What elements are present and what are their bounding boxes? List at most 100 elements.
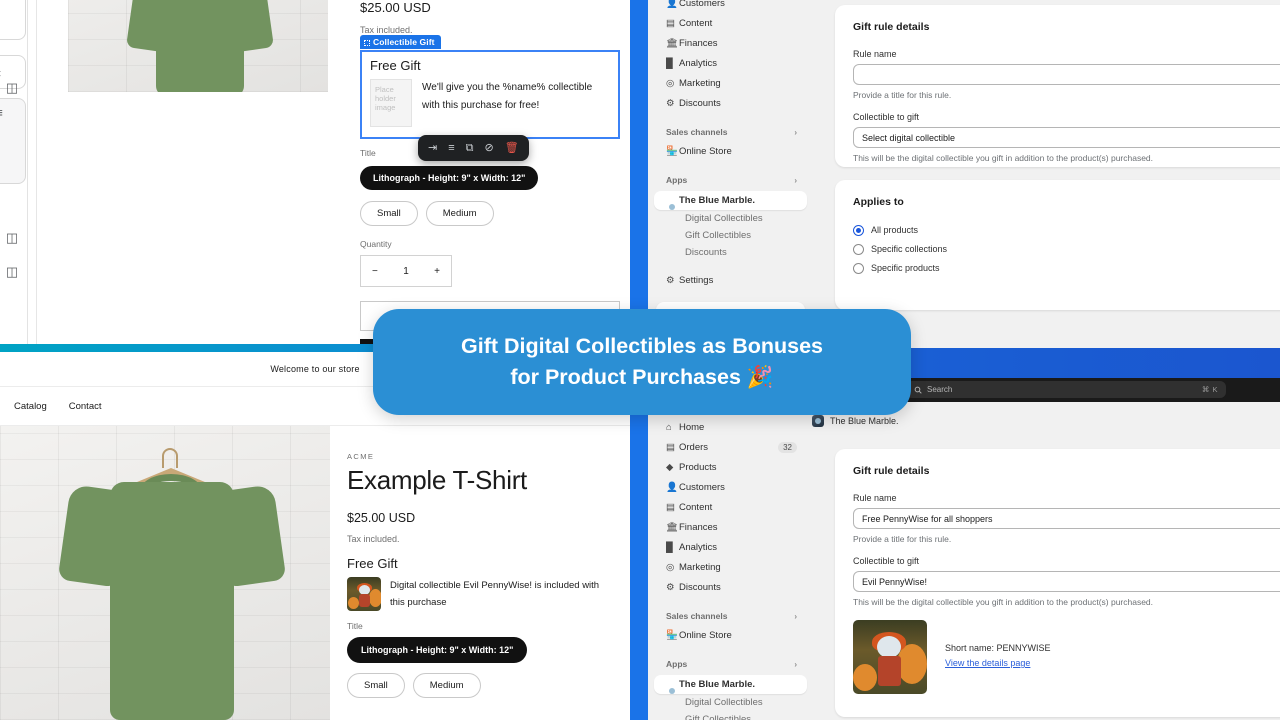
- hide-section-icon[interactable]: ⊘: [485, 142, 494, 154]
- chevron-right-icon[interactable]: ›: [794, 176, 797, 185]
- section-badge[interactable]: Collectible Gift: [360, 35, 441, 49]
- sidebar-item-marketing[interactable]: ◎ Marketing: [654, 558, 807, 576]
- sidebar-subitem-digital-collectibles[interactable]: Digital Collectibles: [648, 694, 813, 711]
- clown-head: [877, 636, 901, 658]
- nav-contact[interactable]: Contact: [69, 401, 102, 412]
- rail-card-selected[interactable]: ≡: [0, 98, 26, 184]
- sidebar-item-label: Products: [679, 461, 717, 473]
- sidebar-subitem-digital-collectibles[interactable]: Digital Collectibles: [648, 210, 813, 227]
- section-block-icon-3[interactable]: ◫: [4, 264, 20, 280]
- sidebar-item-customers[interactable]: 👤 Customers: [654, 478, 807, 496]
- sidebar-item-analytics[interactable]: █ Analytics: [654, 538, 807, 556]
- sidebar-item-products[interactable]: ◆ Products: [654, 458, 807, 476]
- chevron-right-icon[interactable]: ›: [794, 660, 797, 669]
- rail-divider: [36, 0, 37, 360]
- admin-sidebar-bottom: ⌂ Home ▤ Orders 32 ◆ Products 👤 Customer…: [648, 402, 813, 720]
- rail-card-top[interactable]: [0, 0, 26, 40]
- breadcrumb[interactable]: The Blue Marble.: [812, 415, 899, 427]
- collectible-select[interactable]: Evil PennyWise!: [853, 571, 1280, 592]
- free-gift-section[interactable]: Free Gift Place holder image We'll give …: [360, 50, 620, 139]
- section-block-icon-2[interactable]: ◫: [4, 230, 20, 246]
- sidebar-item-home[interactable]: ⌂ Home: [654, 418, 807, 436]
- sidebar-item-label: Online Store: [679, 145, 732, 157]
- quantity-minus[interactable]: −: [372, 266, 378, 277]
- sidebar-item-online-store[interactable]: 🏪 Online Store: [654, 142, 807, 160]
- radio-label: All products: [871, 225, 919, 235]
- preview-product-details: $25.00 USD Tax included. Collectible Gif…: [360, 0, 620, 360]
- free-gift-heading: Free Gift: [347, 556, 398, 571]
- sidebar-group-apps[interactable]: Apps ›: [648, 656, 813, 672]
- radio-specific-collections[interactable]: Specific collections: [853, 241, 1280, 257]
- sidebar-item-orders[interactable]: ▤ Orders 32: [654, 438, 807, 456]
- sidebar-item-online-store[interactable]: 🏪 Online Store: [654, 626, 807, 644]
- variant-selected[interactable]: Lithograph - Height: 9" x Width: 12": [347, 637, 528, 663]
- rule-name-input[interactable]: [853, 64, 1280, 85]
- reorder-icon[interactable]: ≡: [448, 142, 454, 154]
- applies-to-card: Applies to All products Specific collect…: [835, 180, 1280, 310]
- sidebar-item-customers[interactable]: 👤 Customers: [654, 0, 807, 12]
- sidebar-subitem-discounts[interactable]: Discounts: [648, 244, 813, 261]
- sidebar-item-the-blue-marble[interactable]: The Blue Marble.: [654, 191, 807, 210]
- rule-name-help: Provide a title for this rule.: [853, 534, 952, 544]
- radio-label: Specific collections: [871, 244, 948, 254]
- sidebar-item-the-blue-marble[interactable]: The Blue Marble.: [654, 675, 807, 694]
- sidebar-subitem-gift-collectibles[interactable]: Gift Collectibles: [648, 227, 813, 244]
- view-details-link[interactable]: View the details page: [945, 658, 1030, 668]
- marketing-icon: ◎: [666, 77, 675, 89]
- sidebar-item-label: Online Store: [679, 629, 732, 641]
- sidebar-group-label: Sales channels: [666, 127, 728, 137]
- sidebar-item-finances[interactable]: 🏛 Finances: [654, 518, 807, 536]
- sidebar-item-content[interactable]: ▤ Content: [654, 14, 807, 32]
- variant-option-small[interactable]: Small: [347, 673, 405, 698]
- rule-name-label: Rule name: [853, 493, 897, 503]
- sidebar-group-apps[interactable]: Apps ›: [648, 172, 813, 188]
- variant-option-small[interactable]: Small: [360, 201, 418, 226]
- duplicate-icon[interactable]: ⧉: [466, 142, 474, 154]
- chevron-right-icon[interactable]: ›: [794, 128, 797, 137]
- finances-icon: 🏛: [666, 521, 679, 533]
- rule-name-label: Rule name: [853, 49, 897, 59]
- sidebar-item-marketing[interactable]: ◎ Marketing: [654, 74, 807, 92]
- delete-section-icon[interactable]: 🗑: [505, 142, 519, 154]
- sidebar-subitem-gift-collectibles[interactable]: Gift Collectibles: [648, 711, 813, 720]
- nav-catalog[interactable]: Catalog: [14, 401, 47, 412]
- collectible-help: This will be the digital collectible you…: [853, 597, 1154, 607]
- radio-icon: [853, 243, 864, 255]
- radio-all-products[interactable]: All products: [853, 222, 1280, 238]
- chevron-right-icon[interactable]: ›: [794, 612, 797, 621]
- move-section-icon[interactable]: ⇥: [428, 142, 437, 154]
- sidebar-group-label: Apps: [666, 659, 688, 669]
- sidebar-item-content[interactable]: ▤ Content: [654, 498, 807, 516]
- sidebar-item-discounts[interactable]: ⚙ Discounts: [654, 578, 807, 596]
- product-tax-note: Tax included.: [347, 534, 400, 544]
- variant-option-medium[interactable]: Medium: [425, 201, 494, 226]
- search-input[interactable]: Search ⌘ K: [906, 381, 1226, 398]
- sidebar-item-settings[interactable]: ⚙ Settings: [654, 271, 807, 289]
- pumpkin-left: [348, 597, 359, 609]
- sidebar-group-sales-channels[interactable]: Sales channels ›: [648, 124, 813, 140]
- radio-icon: [853, 224, 864, 236]
- section-block-icon-1[interactable]: ◫: [4, 80, 20, 96]
- promo-banner-line1: Gift Digital Collectibles as Bonuses: [461, 334, 823, 358]
- sidebar-item-discounts[interactable]: ⚙ Discounts: [654, 94, 807, 112]
- sidebar-item-label: Content: [679, 501, 713, 513]
- sidebar-item-finances[interactable]: 🏛 Finances: [654, 34, 807, 52]
- variant-option-medium[interactable]: Medium: [412, 673, 481, 698]
- rule-name-input[interactable]: Free PennyWise for all shoppers: [853, 508, 1280, 529]
- radio-specific-products[interactable]: Specific products: [853, 260, 1280, 276]
- settings-gear-icon: ⚙: [666, 274, 675, 286]
- section-toolbar[interactable]: ⇥ ≡ ⧉ ⊘ 🗑: [418, 135, 529, 161]
- gift-rule-details-card-top: Gift rule details Rule name Provide a ti…: [835, 5, 1280, 167]
- finances-icon: 🏛: [666, 37, 679, 49]
- sidebar-group-sales-channels[interactable]: Sales channels ›: [648, 608, 813, 624]
- collectible-preview-image: [853, 620, 927, 694]
- collectible-select[interactable]: Select digital collectible: [853, 127, 1280, 148]
- radio-icon: [853, 262, 864, 274]
- quantity-plus[interactable]: +: [434, 266, 440, 277]
- sidebar-item-label: Settings: [679, 274, 714, 286]
- section-drag-icon: [364, 40, 370, 46]
- quantity-stepper[interactable]: − 1 +: [360, 255, 452, 287]
- sidebar-item-analytics[interactable]: █ Analytics: [654, 54, 807, 72]
- section-badge-label: Collectible Gift: [373, 37, 435, 47]
- variant-selected[interactable]: Lithograph - Height: 9" x Width: 12": [360, 166, 539, 190]
